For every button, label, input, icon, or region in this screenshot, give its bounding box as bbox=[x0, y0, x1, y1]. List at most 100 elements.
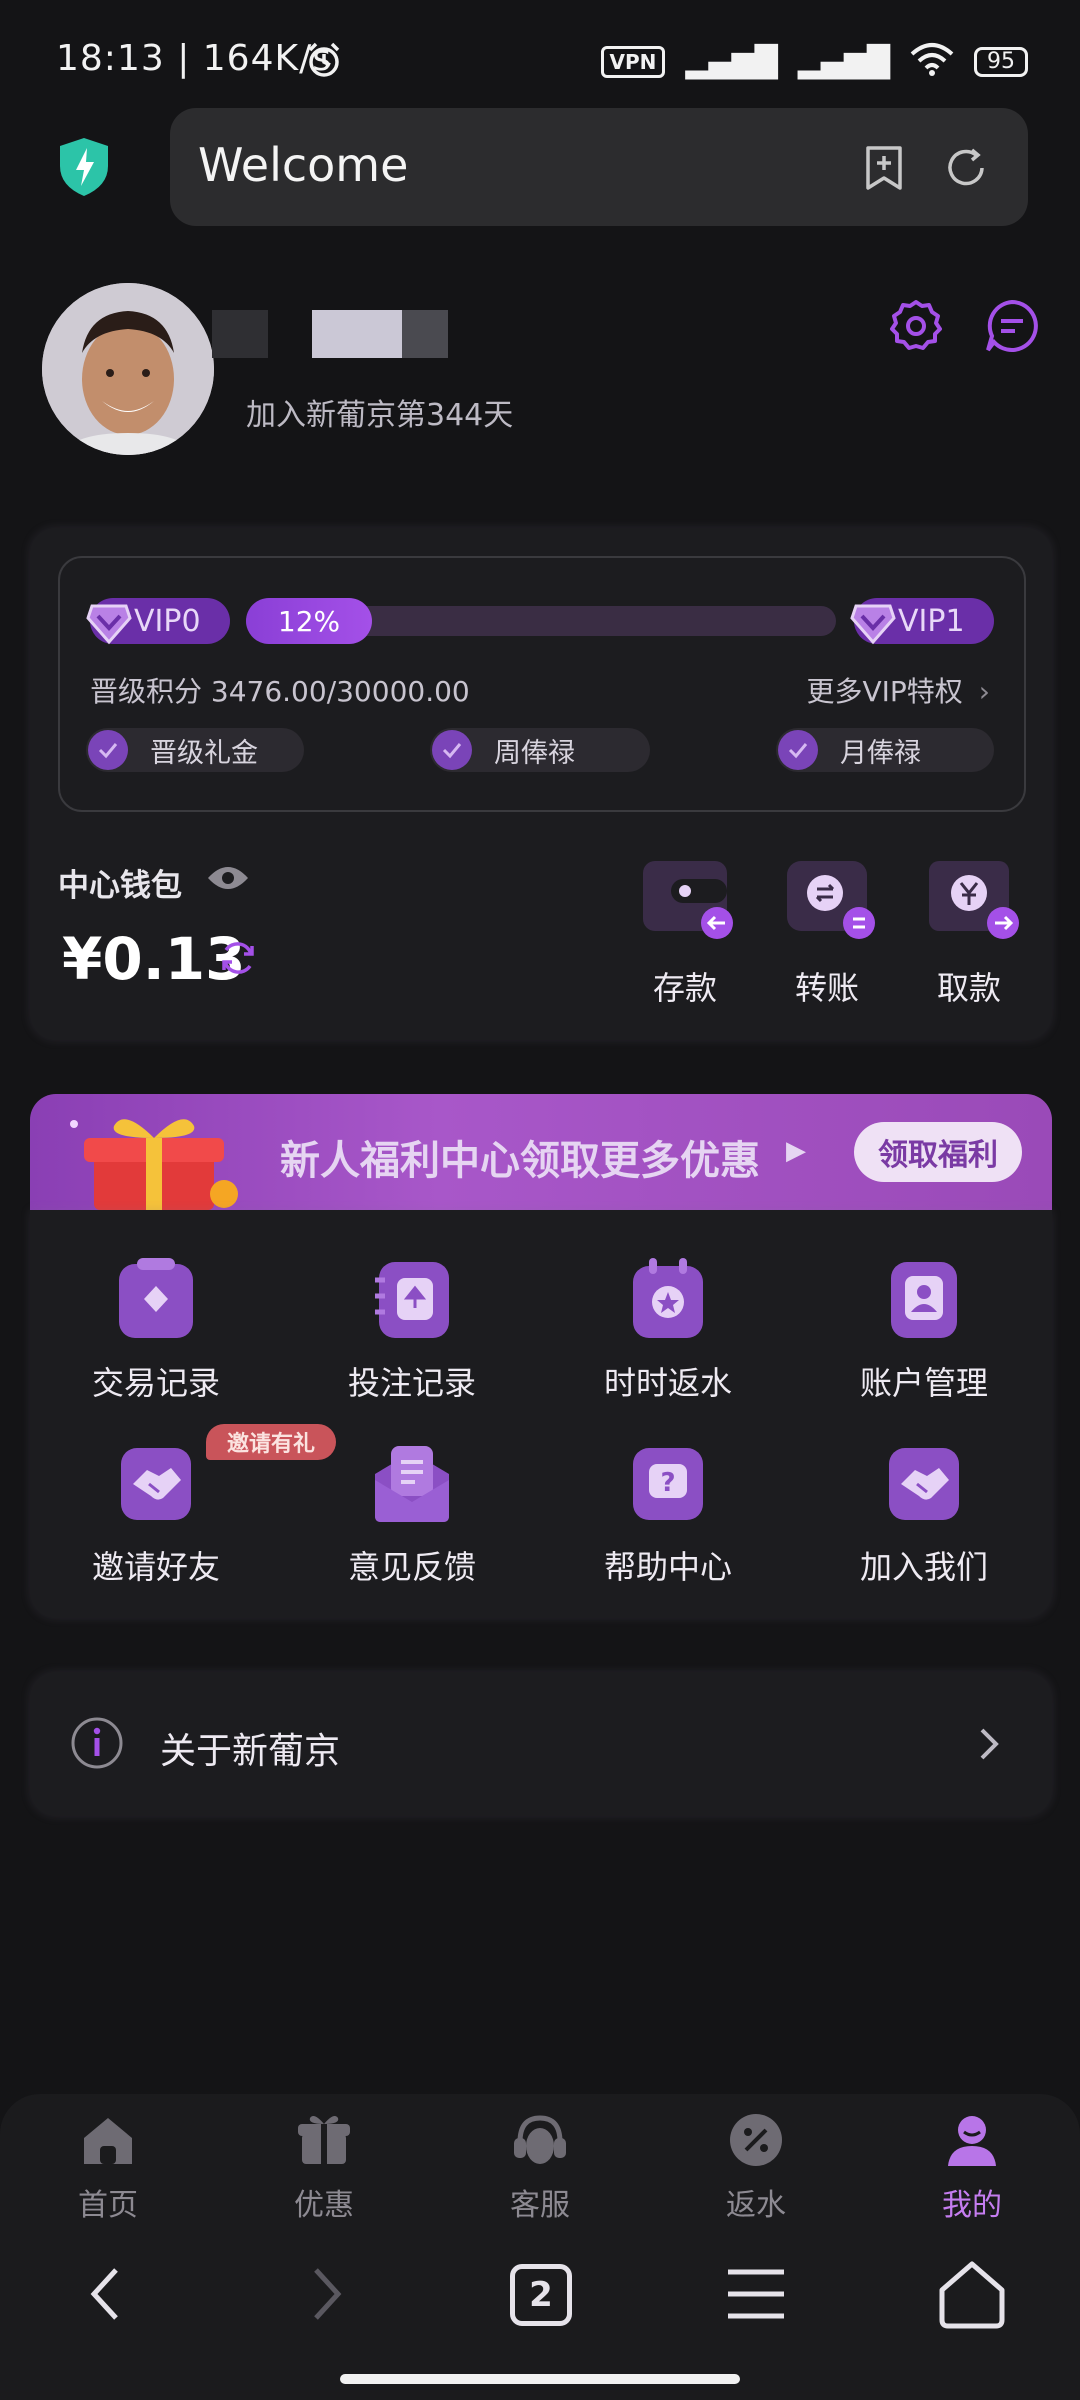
url-bar[interactable]: Welcome bbox=[170, 108, 1028, 226]
grid-item-label[interactable]: 交易记录 bbox=[46, 1358, 266, 1404]
gift-icon bbox=[294, 2110, 354, 2170]
handshake-icon bbox=[113, 1440, 199, 1526]
user-icon bbox=[942, 2110, 1002, 2170]
claim-welfare-button[interactable]: 领取福利 bbox=[854, 1122, 1022, 1182]
join-days-text: 加入新葡京第344天 bbox=[246, 398, 514, 433]
tab-mine[interactable]: 我的 bbox=[902, 2110, 1042, 2224]
account-manage-icon bbox=[881, 1256, 967, 1342]
vip-current-badge: VIP0 bbox=[86, 598, 230, 645]
transfer-button[interactable]: 转账 bbox=[772, 855, 882, 1009]
alarm-icon bbox=[304, 40, 344, 80]
grid-item-rebate[interactable]: 时时返水 bbox=[558, 1256, 778, 1404]
vip-gem-icon bbox=[850, 604, 896, 645]
transfer-icon bbox=[777, 855, 877, 945]
grid-item-bets[interactable]: 投注记录 bbox=[302, 1256, 522, 1404]
username-blurred bbox=[402, 310, 448, 358]
back-icon[interactable] bbox=[68, 2254, 148, 2334]
tab-rebate[interactable]: 返水 bbox=[686, 2110, 826, 2224]
wallet-label: 中心钱包 bbox=[58, 868, 182, 904]
percent-coin-icon bbox=[726, 2110, 786, 2170]
grid-item-label[interactable]: 意见反馈 bbox=[302, 1542, 522, 1588]
menu-icon[interactable] bbox=[716, 2254, 796, 2334]
grid-item-label[interactable]: 账户管理 bbox=[814, 1358, 1034, 1404]
battery-indicator: 95 bbox=[974, 47, 1028, 77]
bookmark-add-icon[interactable] bbox=[860, 144, 908, 192]
help-question-icon: ? bbox=[625, 1440, 711, 1526]
vip-current-label: VIP0 bbox=[134, 603, 201, 639]
grid-item-help[interactable]: ? 帮助中心 bbox=[558, 1440, 778, 1588]
tab-promotions[interactable]: 优惠 bbox=[254, 2110, 394, 2224]
username-blurred bbox=[312, 310, 402, 358]
grid-item-join-us[interactable]: 加入我们 bbox=[814, 1440, 1034, 1588]
status-time: 18:13 | 164K/s bbox=[56, 38, 332, 79]
check-icon bbox=[88, 730, 128, 770]
grid-item-invite[interactable]: 邀请好友 bbox=[46, 1440, 266, 1588]
tab-label[interactable]: 我的 bbox=[902, 2180, 1042, 2224]
perk-monthly-salary: 月俸禄 bbox=[776, 728, 994, 772]
url-text[interactable]: Welcome bbox=[198, 138, 408, 192]
withdraw-icon bbox=[919, 855, 1019, 945]
progress-fill: 12% bbox=[246, 598, 372, 644]
home-icon bbox=[78, 2110, 138, 2170]
feedback-envelope-icon bbox=[369, 1440, 455, 1526]
headset-icon bbox=[510, 2110, 570, 2170]
handshake-icon bbox=[881, 1440, 967, 1526]
banner-text[interactable]: 新人福利中心领取更多优惠 bbox=[280, 1128, 760, 1186]
tab-service[interactable]: 客服 bbox=[470, 2110, 610, 2224]
avatar[interactable] bbox=[42, 283, 214, 455]
perk-upgrade-gift: 晋级礼金 bbox=[86, 728, 304, 772]
perk-label: 晋级礼金 bbox=[150, 737, 258, 769]
calendar-rebate-icon bbox=[625, 1256, 711, 1342]
eye-icon[interactable] bbox=[206, 862, 250, 894]
transaction-record-icon bbox=[113, 1256, 199, 1342]
grid-item-label[interactable]: 邀请好友 bbox=[46, 1542, 266, 1588]
svg-text:?: ? bbox=[660, 1468, 675, 1498]
grid-item-label[interactable]: 时时返水 bbox=[558, 1358, 778, 1404]
about-row[interactable]: 关于新葡京 bbox=[30, 1672, 1052, 1816]
forward-icon[interactable] bbox=[284, 2254, 364, 2334]
deposit-button[interactable]: 存款 bbox=[630, 855, 740, 1009]
tab-label[interactable]: 首页 bbox=[38, 2180, 178, 2224]
tabs-button[interactable]: 2 bbox=[500, 2254, 580, 2334]
tab-home[interactable]: 首页 bbox=[38, 2110, 178, 2224]
status-icons: VPN ▂▄▆█ ▂▄▆█ 95 bbox=[600, 42, 1028, 82]
settings-icon[interactable] bbox=[886, 296, 946, 356]
tab-label[interactable]: 优惠 bbox=[254, 2180, 394, 2224]
tab-label[interactable]: 客服 bbox=[470, 2180, 610, 2224]
signal-icon: ▂▄▆█ bbox=[685, 44, 778, 80]
perk-label: 月俸禄 bbox=[840, 737, 921, 769]
bet-record-icon bbox=[369, 1256, 455, 1342]
tab-count[interactable]: 2 bbox=[510, 2264, 572, 2326]
home-nav-icon[interactable] bbox=[932, 2254, 1012, 2334]
username-blurred bbox=[212, 310, 268, 358]
welfare-banner[interactable]: 新人福利中心领取更多优惠 ▶ 领取福利 bbox=[30, 1094, 1052, 1210]
grid-item-feedback[interactable]: 意见反馈 bbox=[302, 1440, 522, 1588]
home-indicator[interactable] bbox=[340, 2374, 740, 2384]
about-label[interactable]: 关于新葡京 bbox=[160, 1722, 340, 1774]
upgrade-points: 晋级积分 3476.00/30000.00 bbox=[90, 675, 470, 708]
grid-item-label[interactable]: 加入我们 bbox=[814, 1542, 1034, 1588]
message-icon[interactable] bbox=[982, 296, 1042, 356]
refresh-icon[interactable] bbox=[942, 144, 990, 192]
refresh-balance-icon[interactable] bbox=[218, 938, 258, 978]
withdraw-button[interactable]: 取款 bbox=[914, 855, 1024, 1009]
withdraw-label[interactable]: 取款 bbox=[914, 963, 1024, 1009]
shield-icon[interactable] bbox=[56, 136, 112, 198]
more-vip-label[interactable]: 更多VIP特权 bbox=[806, 675, 962, 708]
grid-item-transactions[interactable]: 交易记录 bbox=[46, 1256, 266, 1404]
grid-item-label[interactable]: 帮助中心 bbox=[558, 1542, 778, 1588]
grid-item-account[interactable]: 账户管理 bbox=[814, 1256, 1034, 1404]
chevron-right-icon: › bbox=[978, 675, 990, 708]
play-arrow-icon: ▶ bbox=[786, 1136, 806, 1166]
perk-label: 周俸禄 bbox=[494, 737, 575, 769]
transfer-label[interactable]: 转账 bbox=[772, 963, 882, 1009]
chevron-right-icon bbox=[974, 1722, 1004, 1766]
vip-gem-icon bbox=[86, 604, 132, 645]
info-icon bbox=[70, 1716, 124, 1770]
vip-next-label: VIP1 bbox=[898, 603, 965, 639]
more-vip-link[interactable]: 更多VIP特权 › bbox=[806, 670, 990, 710]
grid-item-label[interactable]: 投注记录 bbox=[302, 1358, 522, 1404]
deposit-label[interactable]: 存款 bbox=[630, 963, 740, 1009]
tab-label[interactable]: 返水 bbox=[686, 2180, 826, 2224]
check-icon bbox=[778, 730, 818, 770]
